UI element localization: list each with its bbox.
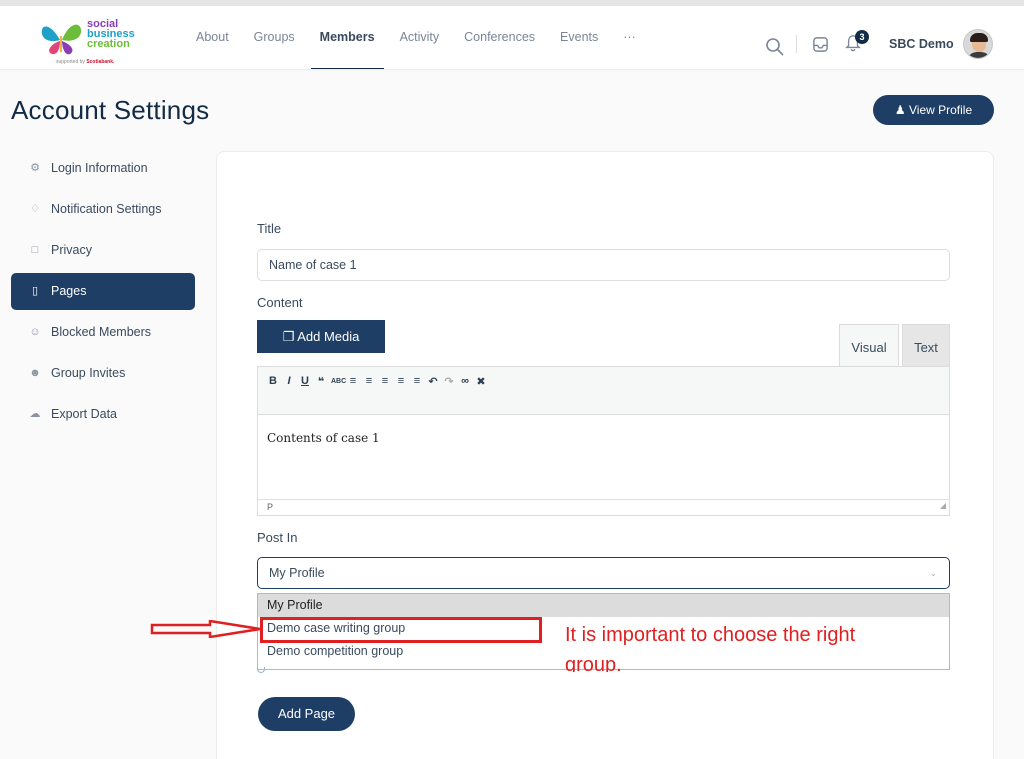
underline-icon[interactable]: U xyxy=(299,375,311,414)
user-icon: ♟ xyxy=(894,103,906,117)
sidebar-item-label: Export Data xyxy=(51,407,118,421)
undo-icon[interactable]: ↶ xyxy=(427,375,439,414)
notification-badge: 3 xyxy=(855,30,869,44)
chevron-down-icon: ⌄ xyxy=(929,568,937,578)
avatar[interactable] xyxy=(963,29,993,59)
editor-statusbar: P ◢ xyxy=(258,499,949,515)
page-icon: ▯ xyxy=(31,285,39,297)
fullscreen-icon[interactable]: ✖ xyxy=(475,375,487,414)
rich-text-editor: B I U ❝ ABC ≡ ≡ ≡ ≡ ≡ ↶ ↷ ∞ ✖ Contents o… xyxy=(257,366,950,516)
logo-sponsor: supported by Scotiabank. xyxy=(56,59,115,65)
sidebar-item-export-data[interactable]: ☁ Export Data xyxy=(11,396,195,433)
view-profile-label: View Profile xyxy=(908,103,973,117)
butterfly-logo-icon xyxy=(41,24,82,55)
blockquote-icon[interactable]: ❝ xyxy=(315,375,327,414)
align-center-icon[interactable]: ≡ xyxy=(395,375,407,414)
cloud-download-icon: ☁ xyxy=(29,408,41,420)
top-bar: social business creation supported by Sc… xyxy=(0,0,1024,70)
bold-icon[interactable]: B xyxy=(267,375,279,414)
main-nav: About Groups Members Activity Conference… xyxy=(196,30,661,70)
inbox-icon[interactable] xyxy=(812,36,829,53)
sidebar-item-notification-settings[interactable]: ♢ Notification Settings xyxy=(11,191,195,228)
sidebar-item-label: Login Information xyxy=(51,161,148,175)
bell-icon: ♢ xyxy=(30,203,40,215)
add-page-button[interactable]: Add Page xyxy=(258,697,355,731)
sidebar-item-label: Pages xyxy=(51,284,87,298)
editor-path: P xyxy=(267,502,274,512)
settings-sidebar: ⚙ Login Information ♢ Notification Setti… xyxy=(11,150,195,437)
tab-text[interactable]: Text xyxy=(902,324,950,367)
content-label: Content xyxy=(257,295,303,310)
sidebar-item-label: Group Invites xyxy=(51,366,126,380)
page-title: Account Settings xyxy=(11,95,210,125)
sidebar-item-label: Blocked Members xyxy=(51,325,152,339)
nav-more[interactable]: ··· xyxy=(623,30,636,70)
group-icon: ☻ xyxy=(29,367,41,379)
post-in-select[interactable]: My Profile ⌄ xyxy=(257,557,950,589)
link-icon[interactable]: ∞ xyxy=(459,375,471,414)
post-in-selected: My Profile xyxy=(269,566,325,580)
search-icon[interactable] xyxy=(764,36,786,58)
title-label: Title xyxy=(257,221,282,236)
annotation-highlight-box xyxy=(260,617,542,643)
lock-icon: □ xyxy=(31,244,39,256)
annotation-arrow-icon xyxy=(150,620,261,638)
strikethrough-icon[interactable]: ABC xyxy=(331,375,346,414)
sidebar-item-pages[interactable]: ▯ Pages xyxy=(11,273,195,310)
sidebar-item-label: Privacy xyxy=(51,243,92,257)
editor-toolbar: B I U ❝ ABC ≡ ≡ ≡ ≡ ≡ ↶ ↷ ∞ ✖ xyxy=(258,367,949,415)
nav-conferences[interactable]: Conferences xyxy=(464,30,535,70)
sidebar-item-login-information[interactable]: ⚙ Login Information xyxy=(11,150,195,187)
nav-members[interactable]: Members xyxy=(310,30,384,70)
sidebar-item-privacy[interactable]: □ Privacy xyxy=(11,232,195,269)
title-input[interactable]: Name of case 1 xyxy=(257,249,950,281)
option-my-profile[interactable]: My Profile xyxy=(258,594,949,617)
bullet-list-icon[interactable]: ≡ xyxy=(347,375,359,414)
annotation-note: It is important to choose the right grou… xyxy=(565,624,856,672)
add-media-label: Add Media xyxy=(297,329,360,344)
sidebar-item-label: Notification Settings xyxy=(51,202,162,216)
avatar-body xyxy=(967,52,991,58)
editor-content[interactable]: Contents of case 1 xyxy=(258,415,949,499)
avatar-hair xyxy=(970,33,988,42)
nav-events[interactable]: Events xyxy=(560,30,598,70)
block-user-icon: ☺ xyxy=(29,326,41,338)
notifications[interactable]: 3 xyxy=(845,30,869,56)
tab-visual[interactable]: Visual xyxy=(839,324,899,367)
view-profile-button[interactable]: ♟ View Profile xyxy=(873,95,994,125)
sidebar-item-group-invites[interactable]: ☻ Group Invites xyxy=(11,355,195,392)
italic-icon[interactable]: I xyxy=(283,375,295,414)
align-right-icon[interactable]: ≡ xyxy=(411,375,423,414)
resize-handle-icon[interactable]: ◢ xyxy=(940,498,946,513)
redo-icon[interactable]: ↷ xyxy=(443,375,455,414)
nav-groups[interactable]: Groups xyxy=(254,30,295,70)
sidebar-item-blocked-members[interactable]: ☺ Blocked Members xyxy=(11,314,195,351)
user-name[interactable]: SBC Demo xyxy=(889,37,954,51)
nav-about[interactable]: About xyxy=(196,30,229,70)
align-left-icon[interactable]: ≡ xyxy=(379,375,391,414)
media-icon: ❐ xyxy=(282,329,295,344)
logo-wordmark: social business creation xyxy=(87,18,135,50)
nav-activity[interactable]: Activity xyxy=(400,30,440,70)
post-in-label: Post In xyxy=(257,530,298,545)
gear-icon: ⚙ xyxy=(30,162,40,174)
topbar-divider xyxy=(796,35,797,53)
add-media-button[interactable]: ❐ Add Media xyxy=(257,320,385,353)
brand-logo[interactable]: social business creation supported by Sc… xyxy=(36,16,146,68)
numbered-list-icon[interactable]: ≡ xyxy=(363,375,375,414)
